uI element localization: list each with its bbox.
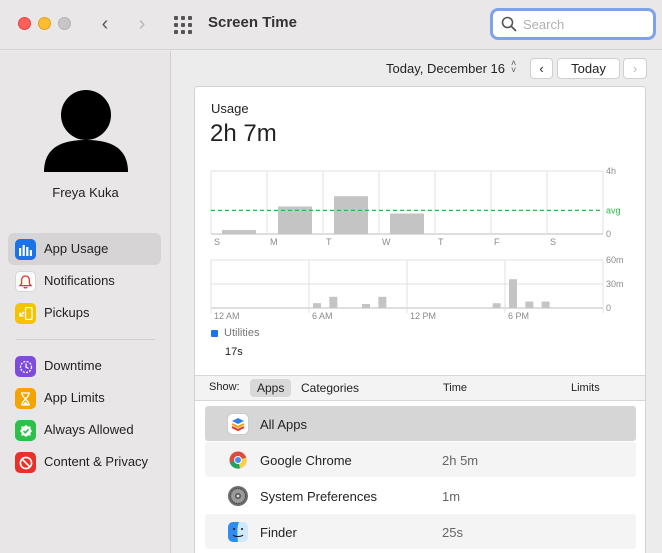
legend-color-swatch	[211, 330, 218, 337]
list-item[interactable]: Google Chrome 2h 5m	[205, 442, 636, 477]
user-name: Freya Kuka	[52, 185, 119, 200]
x-tick-label: T	[326, 237, 332, 247]
usage-bar	[509, 279, 517, 308]
sidebar-item-label: Downtime	[44, 358, 102, 373]
list-header: Show: Apps Categories Time Limits	[195, 375, 645, 401]
no-entry-icon	[15, 452, 36, 473]
usage-panel: Usage 2h 7m S M T W T F S 4h avg 0 12 AM 6 AM 12 PM 6…	[194, 86, 646, 553]
sidebar-item-app-limits[interactable]: App Limits	[8, 382, 161, 414]
usage-bar	[525, 301, 534, 308]
show-all-grid-icon[interactable]	[174, 16, 192, 34]
time-column-header[interactable]: Time	[443, 382, 467, 394]
app-time: 2h 5m	[442, 453, 479, 468]
x-tick-label: 6 AM	[312, 311, 333, 321]
all-apps-icon	[227, 413, 249, 435]
bell-icon	[15, 271, 36, 292]
forward-button[interactable]: ›	[133, 13, 151, 35]
sidebar-item-label: Pickups	[44, 305, 90, 320]
chevron-up-down-icon[interactable]: ˄ ˅	[511, 59, 516, 75]
list-item[interactable]: System Preferences 1m	[205, 478, 636, 513]
bar-chart-icon	[15, 239, 36, 260]
usage-bar	[378, 296, 387, 308]
sidebar-item-app-usage[interactable]: App Usage	[8, 233, 161, 265]
app-name: System Preferences	[260, 489, 378, 504]
legend-label: Utilities	[224, 327, 260, 339]
list-item[interactable]: All Apps	[205, 406, 636, 441]
pickup-icon	[15, 303, 36, 324]
app-time: 1m	[442, 489, 461, 504]
x-tick-label: 12 PM	[410, 311, 436, 321]
previous-day-button[interactable]: ‹	[530, 58, 553, 79]
close-window-button[interactable]	[18, 17, 31, 30]
x-tick-label: 6 PM	[508, 311, 529, 321]
chrome-icon	[229, 451, 247, 469]
window-title: Screen Time	[208, 14, 297, 31]
x-tick-label: T	[438, 237, 444, 247]
avatar	[44, 90, 128, 172]
usage-bar	[313, 303, 321, 308]
x-tick-label: S	[214, 237, 220, 247]
categories-segment[interactable]: Categories	[294, 379, 366, 397]
search-icon	[501, 16, 517, 32]
sidebar-item-downtime[interactable]: Downtime	[8, 350, 161, 382]
sidebar-item-pickups[interactable]: Pickups	[8, 297, 161, 329]
y-tick-label: 0	[606, 229, 611, 239]
limits-column-header[interactable]: Limits	[571, 382, 600, 394]
date-selector[interactable]: Today, December 16	[386, 61, 505, 76]
usage-bar	[329, 296, 338, 308]
usage-bar	[492, 303, 501, 308]
checkmark-shield-icon	[15, 420, 36, 441]
usage-bar	[222, 230, 256, 234]
toolbar: ‹ › Screen Time	[0, 0, 662, 50]
zoom-window-button[interactable]	[58, 17, 71, 30]
sidebar: Freya Kuka App Usage Notifications Picku…	[0, 51, 171, 553]
sidebar-item-label: Notifications	[44, 273, 115, 288]
hourglass-icon	[15, 388, 36, 409]
system-preferences-icon	[228, 486, 248, 506]
y-tick-label: 60m	[606, 255, 624, 265]
usage-bar	[362, 304, 370, 308]
next-day-button[interactable]: ›	[623, 58, 647, 79]
sidebar-item-label: Content & Privacy	[44, 454, 149, 469]
y-tick-label: 30m	[606, 279, 624, 289]
sidebar-item-notifications[interactable]: Notifications	[8, 265, 161, 297]
app-name: Finder	[260, 525, 297, 540]
sidebar-item-label: Always Allowed	[44, 422, 134, 437]
sidebar-item-always-allowed[interactable]: Always Allowed	[8, 414, 161, 446]
x-tick-label: F	[494, 237, 500, 247]
sidebar-divider	[16, 339, 155, 340]
screen-time-window: ‹ › Screen Time Freya Kuka App Usage	[0, 0, 662, 553]
y-tick-label: avg	[606, 205, 621, 215]
finder-icon	[228, 522, 248, 542]
sidebar-item-label: App Limits	[44, 390, 105, 405]
app-name: Google Chrome	[260, 453, 352, 468]
sidebar-item-label: App Usage	[44, 241, 109, 256]
search-field[interactable]	[490, 8, 656, 40]
x-tick-label: M	[270, 237, 278, 247]
minimize-window-button[interactable]	[38, 17, 51, 30]
today-button[interactable]: Today	[557, 58, 620, 79]
x-tick-label: W	[382, 237, 391, 247]
sidebar-item-content-privacy[interactable]: Content & Privacy	[8, 446, 161, 478]
usage-bar	[390, 213, 424, 234]
legend-value: 17s	[225, 346, 243, 358]
y-tick-label: 4h	[606, 166, 616, 176]
apps-segment[interactable]: Apps	[250, 379, 292, 397]
back-button[interactable]: ‹	[96, 13, 114, 35]
x-tick-label: 12 AM	[214, 311, 240, 321]
list-item[interactable]: Finder 25s	[205, 514, 636, 549]
x-tick-label: S	[550, 237, 556, 247]
usage-bar	[541, 301, 550, 308]
usage-bar	[334, 196, 368, 234]
app-name: All Apps	[260, 417, 307, 432]
search-input[interactable]	[523, 15, 648, 33]
usage-charts: S M T W T F S 4h avg 0 12 AM 6 AM 12 PM 6 PM 60m 30m 0	[210, 166, 624, 321]
y-tick-label: 0	[606, 303, 611, 313]
app-time: 25s	[442, 525, 463, 540]
downtime-icon	[15, 356, 36, 377]
show-label: Show:	[209, 381, 240, 393]
